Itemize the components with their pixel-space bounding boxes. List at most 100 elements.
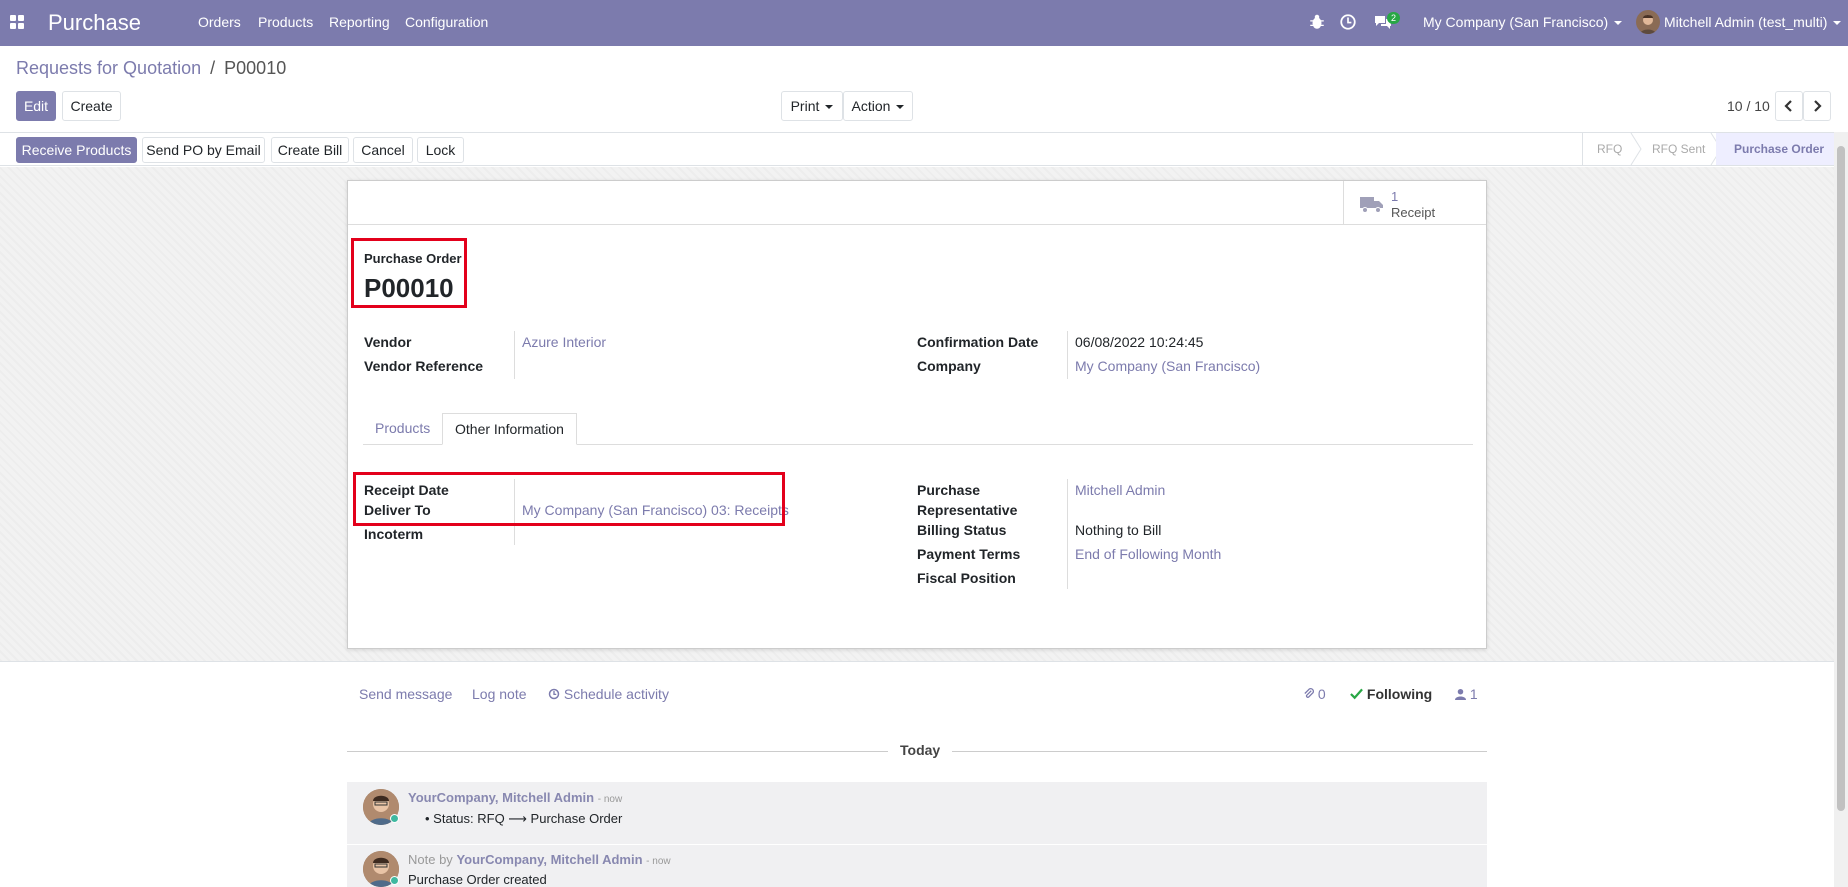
- user-avatar[interactable]: [1636, 10, 1660, 34]
- attachments-button[interactable]: 0: [1303, 686, 1326, 702]
- message-body: • Status: RFQ ⟶ Purchase Order: [425, 811, 623, 826]
- scrollbar-thumb[interactable]: [1837, 146, 1845, 811]
- menu-products[interactable]: Products: [258, 14, 313, 30]
- breadcrumb-rfq-link[interactable]: Requests for Quotation: [16, 58, 201, 78]
- messages-count-badge: 2: [1387, 12, 1401, 24]
- following-button[interactable]: Following: [1350, 686, 1432, 702]
- print-label: Print: [790, 98, 820, 114]
- debug-bug-icon[interactable]: [1308, 13, 1326, 31]
- menu-configuration[interactable]: Configuration: [405, 14, 488, 30]
- create-button[interactable]: Create: [62, 91, 121, 121]
- scrollbar[interactable]: [1834, 132, 1848, 887]
- print-dropdown[interactable]: Print: [781, 91, 843, 121]
- chevron-down-icon: [1833, 21, 1842, 26]
- log-note-button[interactable]: Log note: [472, 686, 527, 702]
- truck-icon: [1360, 197, 1383, 213]
- chevron-left-icon: [1784, 100, 1792, 112]
- followers-count: 1: [1469, 686, 1478, 702]
- chatter-message: YourCompany, Mitchell Admin - now • Stat…: [347, 782, 1487, 844]
- pager-next-button[interactable]: [1803, 91, 1831, 121]
- followers-button[interactable]: 1: [1455, 686, 1478, 702]
- edit-button[interactable]: Edit: [16, 91, 56, 121]
- menu-reporting[interactable]: Reporting: [329, 14, 390, 30]
- receive-products-button[interactable]: Receive Products: [16, 137, 137, 163]
- date-separator-today: Today: [888, 742, 953, 758]
- vendor-field[interactable]: Azure Interior: [522, 334, 606, 350]
- send-po-email-button[interactable]: Send PO by Email: [142, 137, 265, 163]
- tab-products[interactable]: Products: [363, 413, 442, 445]
- message-body-text: Status: RFQ ⟶ Purchase Order: [433, 811, 623, 826]
- app-brand[interactable]: Purchase: [48, 10, 141, 36]
- action-dropdown[interactable]: Action: [843, 91, 913, 121]
- company-switcher[interactable]: My Company (San Francisco): [1423, 14, 1623, 30]
- stage-rfq-sent[interactable]: RFQ Sent: [1652, 133, 1705, 165]
- highlight-box: [351, 238, 467, 308]
- send-message-button[interactable]: Send message: [359, 686, 452, 702]
- action-label: Action: [851, 98, 891, 114]
- vendor-label: Vendor: [364, 334, 412, 350]
- pager-value[interactable]: 10 / 10: [1727, 98, 1770, 114]
- form-statusbar: Receive Products Send PO by Email Create…: [0, 132, 1848, 166]
- company-label: Company: [917, 358, 981, 374]
- activity-clock-icon[interactable]: [1339, 13, 1357, 31]
- confirmation-date-label: Confirmation Date: [917, 334, 1039, 350]
- user-menu[interactable]: Mitchell Admin (test_multi): [1664, 14, 1842, 30]
- billing-status-label: Billing Status: [917, 522, 1007, 538]
- chatter-message: Note by YourCompany, Mitchell Admin - no…: [347, 845, 1487, 887]
- following-label: Following: [1366, 686, 1433, 702]
- purchase-rep-label: Purchase: [917, 482, 981, 498]
- online-status-dot: [390, 814, 399, 823]
- check-icon: [1350, 688, 1363, 700]
- stage-rfq[interactable]: RFQ: [1597, 133, 1622, 165]
- cancel-button[interactable]: Cancel: [353, 137, 413, 163]
- breadcrumb-separator: /: [210, 58, 216, 78]
- chevron-down-icon: [1614, 21, 1623, 26]
- purchase-rep-field[interactable]: Mitchell Admin: [1075, 482, 1165, 498]
- payment-terms-label: Payment Terms: [917, 546, 1021, 562]
- message-time: - now: [646, 856, 671, 867]
- field-divider: [1067, 331, 1068, 379]
- purchase-rep-label-line2: Representative: [917, 502, 1018, 518]
- button-box: 1 Receipt: [348, 181, 1486, 225]
- field-divider: [514, 331, 515, 379]
- note-prefix: Note by: [408, 852, 453, 867]
- tab-other-information[interactable]: Other Information: [442, 413, 577, 445]
- receipt-count: 1: [1391, 189, 1399, 204]
- company-field[interactable]: My Company (San Francisco): [1075, 358, 1260, 374]
- lock-button[interactable]: Lock: [417, 137, 464, 163]
- vendor-reference-label: Vendor Reference: [364, 358, 484, 374]
- confirmation-date-value: 06/08/2022 10:24:45: [1075, 334, 1204, 350]
- menu-orders[interactable]: Orders: [198, 14, 241, 30]
- incoterm-label: Incoterm: [364, 526, 424, 542]
- highlight-box: [353, 472, 785, 526]
- schedule-activity-label: Schedule activity: [563, 686, 669, 702]
- message-author: YourCompany, Mitchell Admin - now: [408, 790, 622, 805]
- chevron-down-icon: [825, 105, 834, 110]
- stage-purchase-order: Purchase Order: [1716, 133, 1843, 165]
- apps-menu-icon[interactable]: [10, 15, 24, 29]
- breadcrumb: Requests for Quotation / P00010: [16, 58, 286, 79]
- message-author-name[interactable]: YourCompany, Mitchell Admin: [408, 790, 594, 805]
- company-switcher-label: My Company (San Francisco): [1423, 14, 1609, 30]
- notebook-tabs: Products Other Information: [363, 413, 1473, 445]
- paperclip-icon: [1304, 688, 1314, 698]
- fiscal-position-label: Fiscal Position: [917, 570, 1016, 586]
- top-navbar: Purchase Orders Products Reporting Confi…: [0, 0, 1848, 46]
- create-bill-button[interactable]: Create Bill: [271, 137, 349, 163]
- message-author: Note by YourCompany, Mitchell Admin - no…: [408, 852, 671, 867]
- vendor-reference-field[interactable]: [522, 358, 722, 376]
- receipt-smart-button[interactable]: 1 Receipt: [1343, 181, 1486, 225]
- chevron-right-icon: [1814, 100, 1822, 112]
- breadcrumb-current: P00010: [224, 58, 287, 78]
- payment-terms-field[interactable]: End of Following Month: [1075, 546, 1221, 562]
- stage-arrow-icon: [1630, 133, 1642, 165]
- message-body: Purchase Order created: [408, 872, 547, 887]
- message-author-name[interactable]: YourCompany, Mitchell Admin: [456, 852, 642, 867]
- schedule-activity-button[interactable]: Schedule activity: [548, 686, 669, 702]
- clock-icon: [548, 688, 560, 700]
- message-time: - now: [597, 794, 623, 805]
- statusbar-divider: [1582, 133, 1583, 165]
- pager-previous-button[interactable]: [1775, 91, 1803, 121]
- online-status-dot: [390, 876, 399, 885]
- attachments-count: 0: [1317, 686, 1326, 702]
